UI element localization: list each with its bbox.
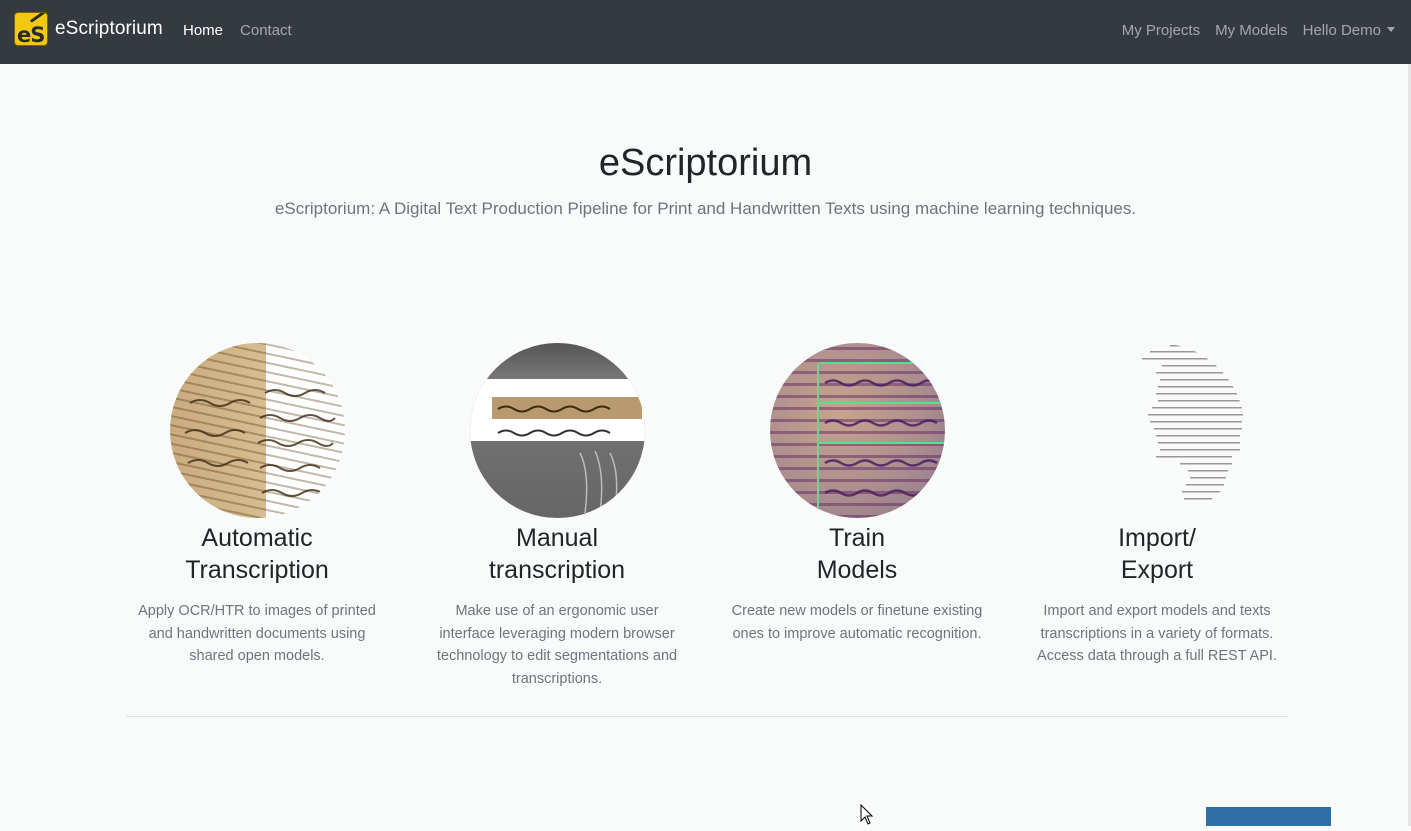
feature-title: Manual transcription xyxy=(427,522,687,586)
feature-description: Import and export models and texts trans… xyxy=(1037,603,1277,665)
nav-my-projects-link[interactable]: My Projects xyxy=(1122,22,1200,39)
partial-image-block xyxy=(1206,807,1331,826)
main-nav: Home Contact xyxy=(183,22,292,39)
feature-title-line: Train xyxy=(828,524,886,552)
feature-description: Create new models or finetune existing o… xyxy=(731,603,983,642)
automatic-transcription-image xyxy=(169,343,345,518)
manual-transcription-image xyxy=(469,343,645,518)
feature-import-export: Import/ Export Import and export models … xyxy=(1027,343,1287,668)
feature-title: Automatic Transcription xyxy=(127,522,387,586)
page-title: eScriptorium xyxy=(598,142,813,184)
escriptorium-logo-icon: eS xyxy=(14,12,48,46)
feature-title-line: Models xyxy=(816,556,898,584)
feature-manual-transcription: Manual transcription Make use of an ergo… xyxy=(427,343,687,690)
feature-title-line: Manual xyxy=(516,524,598,552)
nav-home-link[interactable]: Home xyxy=(183,22,223,39)
feature-automatic-transcription: Automatic Transcription Apply OCR/HTR to… xyxy=(127,343,387,668)
user-nav: My Projects My Models Hello Demo xyxy=(1122,22,1395,39)
dropdown-caret-icon xyxy=(1387,27,1395,32)
feature-title: Import/ Export xyxy=(1027,522,1287,586)
page-subtitle: eScriptorium: A Digital Text Production … xyxy=(274,199,1137,218)
feature-title-line: Transcription xyxy=(185,556,329,584)
feature-title-line: Automatic xyxy=(201,524,313,552)
feature-title-line: transcription xyxy=(488,556,626,584)
nav-contact-link[interactable]: Contact xyxy=(240,22,292,39)
mouse-cursor-icon xyxy=(860,803,874,831)
import-export-image xyxy=(1069,343,1245,518)
user-menu-dropdown[interactable]: Hello Demo xyxy=(1303,22,1395,39)
train-models-image xyxy=(769,343,945,518)
feature-title-line: Export xyxy=(1120,556,1194,584)
brand-link[interactable]: eS eScriptorium xyxy=(14,12,163,46)
user-menu-label: Hello Demo xyxy=(1302,22,1381,39)
feature-description: Make use of an ergonomic user interface … xyxy=(436,603,678,687)
feature-title-line: Import/ xyxy=(1118,524,1196,552)
feature-description: Apply OCR/HTR to images of printed and h… xyxy=(138,603,376,665)
top-navbar: eS eScriptorium Home Contact My Projects… xyxy=(0,0,1411,64)
nav-my-models-link[interactable]: My Models xyxy=(1215,22,1288,39)
feature-train-models: Train Models Create new models or finetu… xyxy=(727,343,987,645)
section-divider xyxy=(126,716,1288,717)
brand-name: eScriptorium xyxy=(55,18,163,39)
feature-title: Train Models xyxy=(727,522,987,586)
